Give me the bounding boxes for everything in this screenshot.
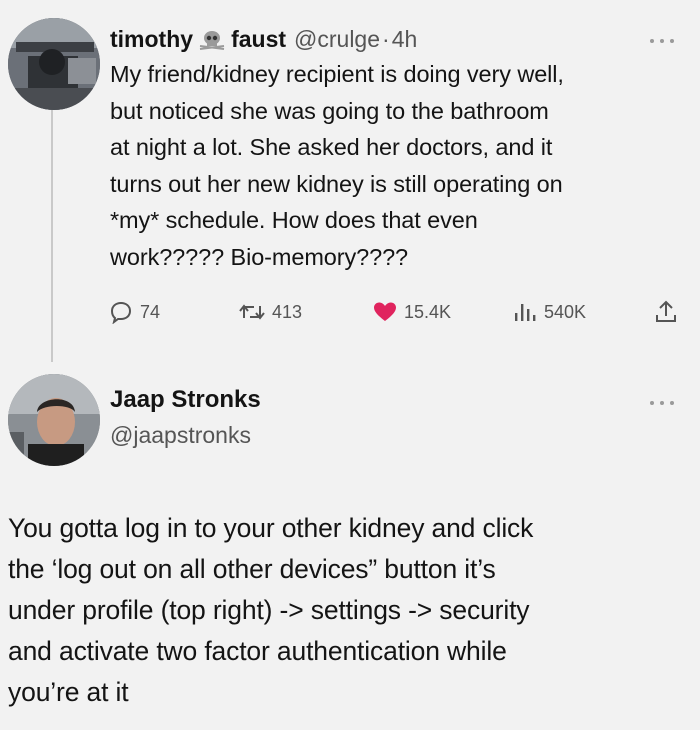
like-button[interactable]: 15.4K	[372, 296, 451, 328]
reply-count: 74	[140, 301, 161, 322]
tweet-handle[interactable]: @crulge	[294, 26, 380, 53]
tweet-text-line: but noticed she was going to the bathroo…	[110, 97, 549, 124]
avatar-timothy[interactable]	[8, 18, 100, 110]
reply-handle[interactable]: @jaapstronks	[110, 422, 251, 449]
tweet-text-line: *my* schedule. How does that even	[110, 207, 478, 233]
header-separator: ·	[382, 25, 390, 52]
views-button[interactable]: 540K	[512, 296, 586, 328]
reply-text-line: You gotta log in to your other kidney an…	[8, 513, 534, 543]
like-heart-icon	[372, 300, 398, 324]
thread-connector-line	[51, 108, 53, 362]
tweet-text-line: turns out her new kidney is still operat…	[110, 170, 563, 197]
tweet-text-line: at night a lot. She asked her doctors, a…	[110, 134, 553, 160]
tweet-body: My friend/kidney recipient is doing very…	[110, 56, 695, 275]
reply-display-name[interactable]: Jaap Stronks	[110, 386, 261, 414]
views-count: 540K	[544, 301, 587, 322]
reply-text-line: you’re at it	[8, 677, 129, 707]
reply-text-line: and activate two factor authentication w…	[8, 636, 507, 666]
reply-body: You gotta log in to your other kidney an…	[8, 508, 696, 713]
like-count: 15.4K	[404, 301, 452, 322]
tweet-actions-bar: 74 413 15.4K 540K	[108, 296, 688, 328]
more-icon[interactable]	[650, 400, 674, 406]
display-name-first[interactable]: timothy	[110, 26, 193, 53]
reply-text-line: under profile (top right) -> settings ->…	[8, 595, 530, 625]
share-button[interactable]	[654, 296, 678, 328]
skull-emoji-icon	[199, 29, 225, 50]
tweet-header: timothy faust @crulge · 4h	[110, 22, 417, 56]
tweet-text-line: My friend/kidney recipient is doing very…	[110, 61, 564, 87]
views-icon	[512, 300, 538, 324]
tweet-timestamp[interactable]: 4h	[392, 26, 418, 53]
retweet-icon	[238, 300, 266, 324]
retweet-button[interactable]: 413	[238, 296, 302, 328]
reply-icon	[108, 300, 134, 324]
reply-text-line: the ‘log out on all other devices” butto…	[8, 554, 496, 584]
share-icon	[654, 299, 678, 325]
more-icon[interactable]	[650, 38, 674, 44]
display-name-last[interactable]: faust	[231, 26, 286, 53]
tweet-original: timothy faust @crulge · 4h My friend/kid…	[0, 0, 700, 362]
reply-button[interactable]: 74	[108, 296, 160, 328]
tweet-text-line: work????? Bio-memory????	[110, 243, 409, 270]
avatar-jaap[interactable]	[8, 374, 100, 466]
retweet-count: 413	[272, 301, 303, 322]
